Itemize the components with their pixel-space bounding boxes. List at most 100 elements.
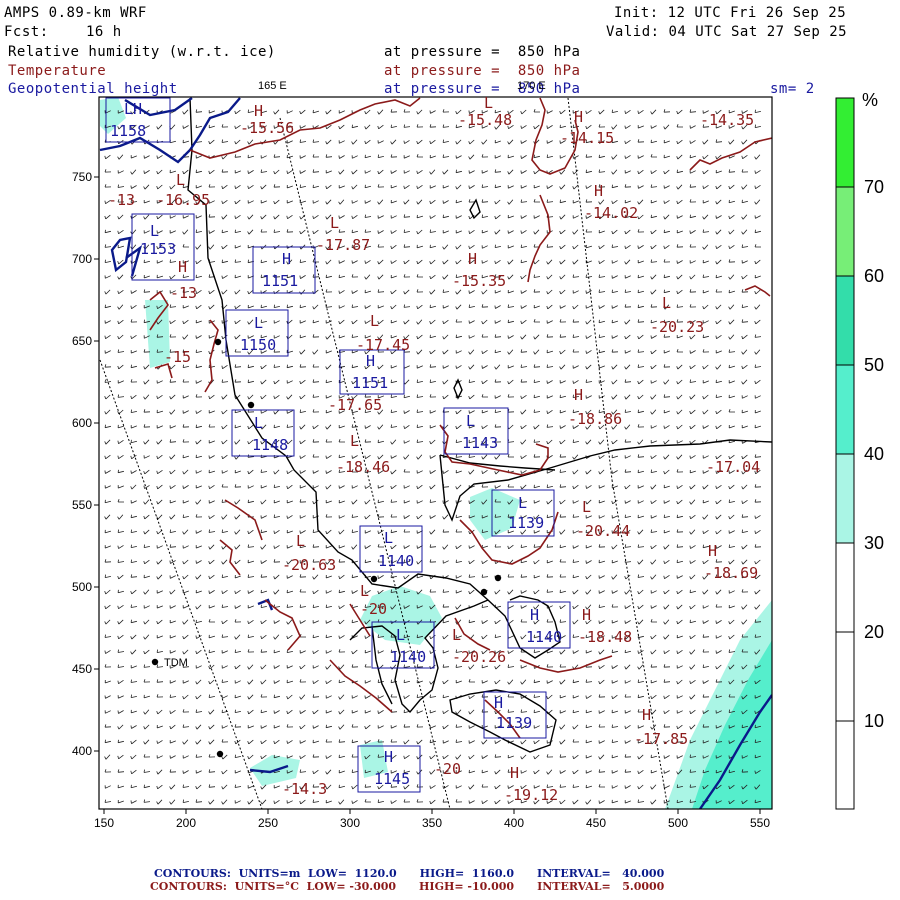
svg-text:1151: 1151: [352, 374, 388, 392]
meridian-170-label: 170 E: [517, 80, 546, 92]
colorbar-unit: %: [862, 90, 878, 110]
footer-line-2: CONTOURS: UNITS=°C LOW= -30.000 HIGH= -1…: [150, 880, 665, 893]
svg-text:-20: -20: [434, 760, 461, 778]
svg-text:-20.44: -20.44: [576, 522, 630, 540]
svg-text:H: H: [708, 542, 717, 560]
svg-text:-15.48: -15.48: [458, 111, 512, 129]
colorbar-label: 70: [864, 177, 884, 197]
svg-text:1158: 1158: [110, 122, 146, 140]
svg-text:H: H: [574, 108, 583, 126]
svg-text:L: L: [330, 214, 339, 232]
svg-text:-20.23: -20.23: [650, 318, 704, 336]
x-tick-label: 250: [258, 816, 278, 830]
y-tick-label: 500: [72, 580, 92, 594]
svg-text:H: H: [582, 606, 591, 624]
y-tick-label: 450: [72, 662, 92, 676]
svg-text:-15: -15: [164, 348, 191, 366]
svg-text:H: H: [366, 352, 375, 370]
svg-text:H: H: [254, 102, 263, 120]
svg-text:1140: 1140: [378, 552, 414, 570]
colorbar-label: 40: [864, 444, 884, 464]
map-canvas: 150 200 250 300 350 400 450 500 550 750 …: [72, 80, 884, 830]
svg-text:L: L: [150, 222, 159, 240]
svg-text:H: H: [642, 706, 651, 724]
svg-text:H: H: [178, 258, 187, 276]
y-tick-label: 400: [72, 744, 92, 758]
svg-text:H: H: [494, 694, 503, 712]
svg-text:-14.3: -14.3: [282, 780, 327, 798]
svg-text:-20.63: -20.63: [282, 556, 336, 574]
x-tick-label: 400: [504, 816, 524, 830]
svg-text:H: H: [468, 250, 477, 268]
svg-text:1140: 1140: [526, 628, 562, 646]
svg-text:-18.48: -18.48: [578, 628, 632, 646]
svg-text:-17.65: -17.65: [328, 396, 382, 414]
colorbar-label: 50: [864, 355, 884, 375]
x-axis-labels: 150 200 250 300 350 400 450 500 550: [94, 816, 770, 830]
colorbar-labels: % 70 60 50 40 30 20 10: [862, 90, 884, 731]
y-tick-label: 600: [72, 416, 92, 430]
svg-text:L: L: [518, 494, 527, 512]
meridian-165-label: 165 E: [258, 80, 287, 92]
svg-text:1143: 1143: [462, 434, 498, 452]
x-tick-label: 300: [340, 816, 360, 830]
x-tick-label: 550: [750, 816, 770, 830]
colorbar: [835, 97, 855, 810]
svg-text:-20: -20: [360, 600, 387, 618]
svg-text:H: H: [384, 748, 393, 766]
x-tick-label: 500: [668, 816, 688, 830]
svg-text:L: L: [370, 312, 379, 330]
svg-text:L: L: [296, 532, 305, 550]
svg-text:1140: 1140: [390, 648, 426, 666]
svg-text:-16.95: -16.95: [156, 191, 210, 209]
colorbar-label: 20: [864, 622, 884, 642]
svg-text:-19.12: -19.12: [504, 786, 558, 804]
x-tick-label: 350: [422, 816, 442, 830]
svg-text:H: H: [574, 386, 583, 404]
svg-text:-17.87: -17.87: [316, 236, 370, 254]
svg-text:H: H: [530, 606, 539, 624]
svg-text:-14.15: -14.15: [560, 129, 614, 147]
svg-text:LH: LH: [124, 100, 142, 118]
svg-text:L: L: [176, 171, 185, 189]
colorbar-label: 60: [864, 266, 884, 286]
svg-text:-18.69: -18.69: [704, 564, 758, 582]
y-tick-label: 700: [72, 252, 92, 266]
y-tick-label: 550: [72, 498, 92, 512]
svg-text:L: L: [360, 582, 369, 600]
tdm-station-marker: [151, 658, 159, 666]
svg-text:H: H: [510, 764, 519, 782]
y-tick-label: 650: [72, 334, 92, 348]
x-tick-label: 200: [176, 816, 196, 830]
svg-text:-17.45: -17.45: [356, 336, 410, 354]
svg-text:L: L: [396, 626, 405, 644]
colorbar-label: 10: [864, 711, 884, 731]
svg-text:1145: 1145: [374, 770, 410, 788]
svg-text:-17.85: -17.85: [634, 730, 688, 748]
svg-text:L: L: [350, 432, 359, 450]
svg-text:-14.02: -14.02: [584, 204, 638, 222]
svg-text:1139: 1139: [496, 714, 532, 732]
colorbar-label: 30: [864, 533, 884, 553]
svg-text:-13: -13: [170, 284, 197, 302]
svg-text:1139: 1139: [508, 514, 544, 532]
svg-text:L: L: [466, 412, 475, 430]
svg-text:-15.56: -15.56: [240, 119, 294, 137]
svg-text:-15.35: -15.35: [452, 272, 506, 290]
footer-line-1: CONTOURS: UNITS=m LOW= 1120.0 HIGH= 1160…: [154, 867, 665, 880]
svg-text:L: L: [254, 414, 263, 432]
svg-text:-17.04: -17.04: [706, 458, 760, 476]
svg-text:H: H: [282, 250, 291, 268]
svg-text:1153: 1153: [140, 240, 176, 258]
svg-text:L: L: [254, 314, 263, 332]
tdm-station-label: TDM: [164, 657, 188, 669]
svg-text:-18.46: -18.46: [336, 458, 390, 476]
wind-barb-path: [104, 109, 762, 805]
svg-text:1148: 1148: [252, 436, 288, 454]
svg-text:-18.86: -18.86: [568, 410, 622, 428]
svg-text:1150: 1150: [240, 336, 276, 354]
svg-text:1151: 1151: [262, 272, 298, 290]
svg-text:L: L: [662, 294, 671, 312]
svg-text:-20.26: -20.26: [452, 648, 506, 666]
svg-text:L: L: [582, 498, 591, 516]
